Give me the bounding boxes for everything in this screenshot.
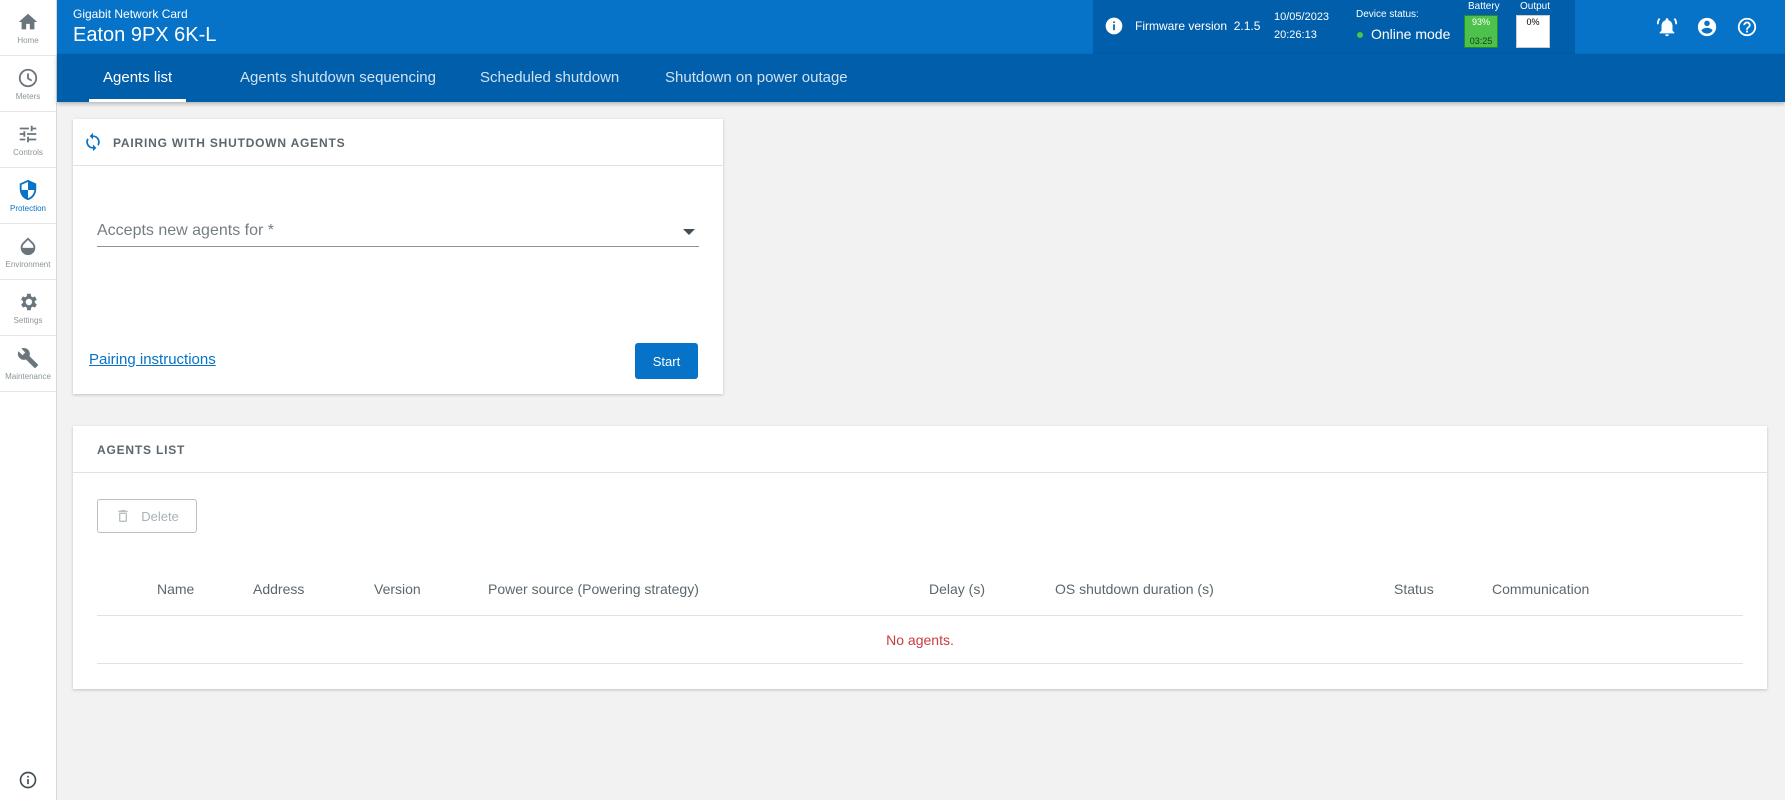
pairing-instructions-link[interactable]: Pairing instructions xyxy=(89,351,216,368)
sidebar-item-label: Maintenance xyxy=(5,371,51,381)
agents-list-card: AGENTS LIST Delete Name Address Version … xyxy=(73,426,1767,689)
device-status-value: Online mode xyxy=(1371,26,1451,42)
account-icon[interactable] xyxy=(1696,16,1718,38)
empty-table-message: No agents. xyxy=(886,632,954,648)
help-icon[interactable] xyxy=(1736,16,1758,38)
agents-card-header: AGENTS LIST xyxy=(73,426,1767,473)
table-divider xyxy=(97,615,1743,616)
trash-icon xyxy=(118,510,128,522)
start-button[interactable]: Start xyxy=(635,343,698,379)
tab-bar: Agents list Agents shutdown sequencing S… xyxy=(57,54,1785,102)
pairing-card-header: PAIRING WITH SHUTDOWN AGENTS xyxy=(73,119,723,166)
column-header-status[interactable]: Status xyxy=(1394,581,1434,597)
output-label: Output xyxy=(1520,1,1551,12)
sidebar-item-maintenance[interactable]: Maintenance xyxy=(0,336,56,392)
info-icon xyxy=(1104,16,1124,36)
battery-percent: 93% xyxy=(1471,17,1490,27)
device-title: Eaton 9PX 6K-L xyxy=(73,24,217,46)
sidebar: Home Meters Controls Protection Environm… xyxy=(0,0,57,800)
column-header-name[interactable]: Name xyxy=(157,581,194,597)
accepts-new-agents-select[interactable]: Accepts new agents for * xyxy=(97,217,699,247)
tab-agents-list[interactable]: Agents list xyxy=(88,54,187,102)
about-info-icon[interactable] xyxy=(18,770,38,790)
home-icon xyxy=(18,13,38,29)
sidebar-item-settings[interactable]: Settings xyxy=(0,280,56,336)
agents-card-title: AGENTS LIST xyxy=(97,443,186,457)
sliders-icon xyxy=(19,125,37,142)
gauge-icon xyxy=(18,68,38,87)
sidebar-item-label: Protection xyxy=(9,203,47,213)
firmware-version: Firmware version 2.1.5 xyxy=(1135,19,1260,33)
status-dot-icon xyxy=(1357,32,1363,38)
drop-icon xyxy=(20,236,36,255)
select-placeholder: Accepts new agents for * xyxy=(97,222,274,239)
column-header-version[interactable]: Version xyxy=(374,581,421,597)
notifications-bell-icon[interactable] xyxy=(1656,16,1678,38)
output-indicator[interactable]: 0% xyxy=(1516,15,1550,48)
delete-button-label: Delete xyxy=(141,508,179,524)
firmware-label: Firmware version xyxy=(1135,19,1228,33)
battery-label: Battery xyxy=(1468,1,1500,12)
header-time: 20:26:13 xyxy=(1274,29,1317,41)
pairing-card-title: PAIRING WITH SHUTDOWN AGENTS xyxy=(113,136,346,150)
battery-indicator[interactable]: 93% 03:25 xyxy=(1464,15,1498,48)
dropdown-arrow-icon xyxy=(683,229,695,235)
battery-runtime: 03:25 xyxy=(1469,36,1493,46)
output-percent: 0% xyxy=(1526,17,1540,27)
sidebar-item-label: Meters xyxy=(15,91,41,101)
column-header-communication[interactable]: Communication xyxy=(1492,581,1589,597)
column-header-address[interactable]: Address xyxy=(253,581,304,597)
delete-button[interactable]: Delete xyxy=(97,499,197,533)
firmware-value: 2.1.5 xyxy=(1233,19,1261,33)
pairing-card: PAIRING WITH SHUTDOWN AGENTS Accepts new… xyxy=(73,119,723,394)
header-date: 10/05/2023 xyxy=(1274,11,1330,23)
wrench-icon xyxy=(17,347,39,368)
sidebar-item-protection[interactable]: Protection xyxy=(0,168,56,224)
header-subtitle: Gigabit Network Card xyxy=(73,7,188,21)
column-header-delay[interactable]: Delay (s) xyxy=(929,581,985,597)
table-divider xyxy=(97,663,1743,664)
sidebar-item-label: Settings xyxy=(13,315,43,325)
sync-icon xyxy=(83,132,103,152)
tab-scheduled-shutdown[interactable]: Scheduled shutdown xyxy=(480,54,619,102)
column-header-power-source[interactable]: Power source (Powering strategy) xyxy=(488,581,699,597)
shield-icon xyxy=(19,179,37,200)
sidebar-item-label: Environment xyxy=(5,259,51,269)
column-header-os-shutdown-duration[interactable]: OS shutdown duration (s) xyxy=(1055,581,1214,597)
sidebar-item-home[interactable]: Home xyxy=(0,0,56,56)
sidebar-item-controls[interactable]: Controls xyxy=(0,112,56,168)
sidebar-item-meters[interactable]: Meters xyxy=(0,56,56,112)
tab-shutdown-on-power-outage[interactable]: Shutdown on power outage xyxy=(665,54,848,102)
tab-agents-shutdown-sequencing[interactable]: Agents shutdown sequencing xyxy=(240,54,436,102)
sidebar-item-environment[interactable]: Environment xyxy=(0,224,56,280)
gear-icon xyxy=(21,293,37,310)
device-status-label: Device status: xyxy=(1356,9,1419,20)
sidebar-item-label: Controls xyxy=(13,147,43,157)
sidebar-item-label: Home xyxy=(17,35,39,45)
